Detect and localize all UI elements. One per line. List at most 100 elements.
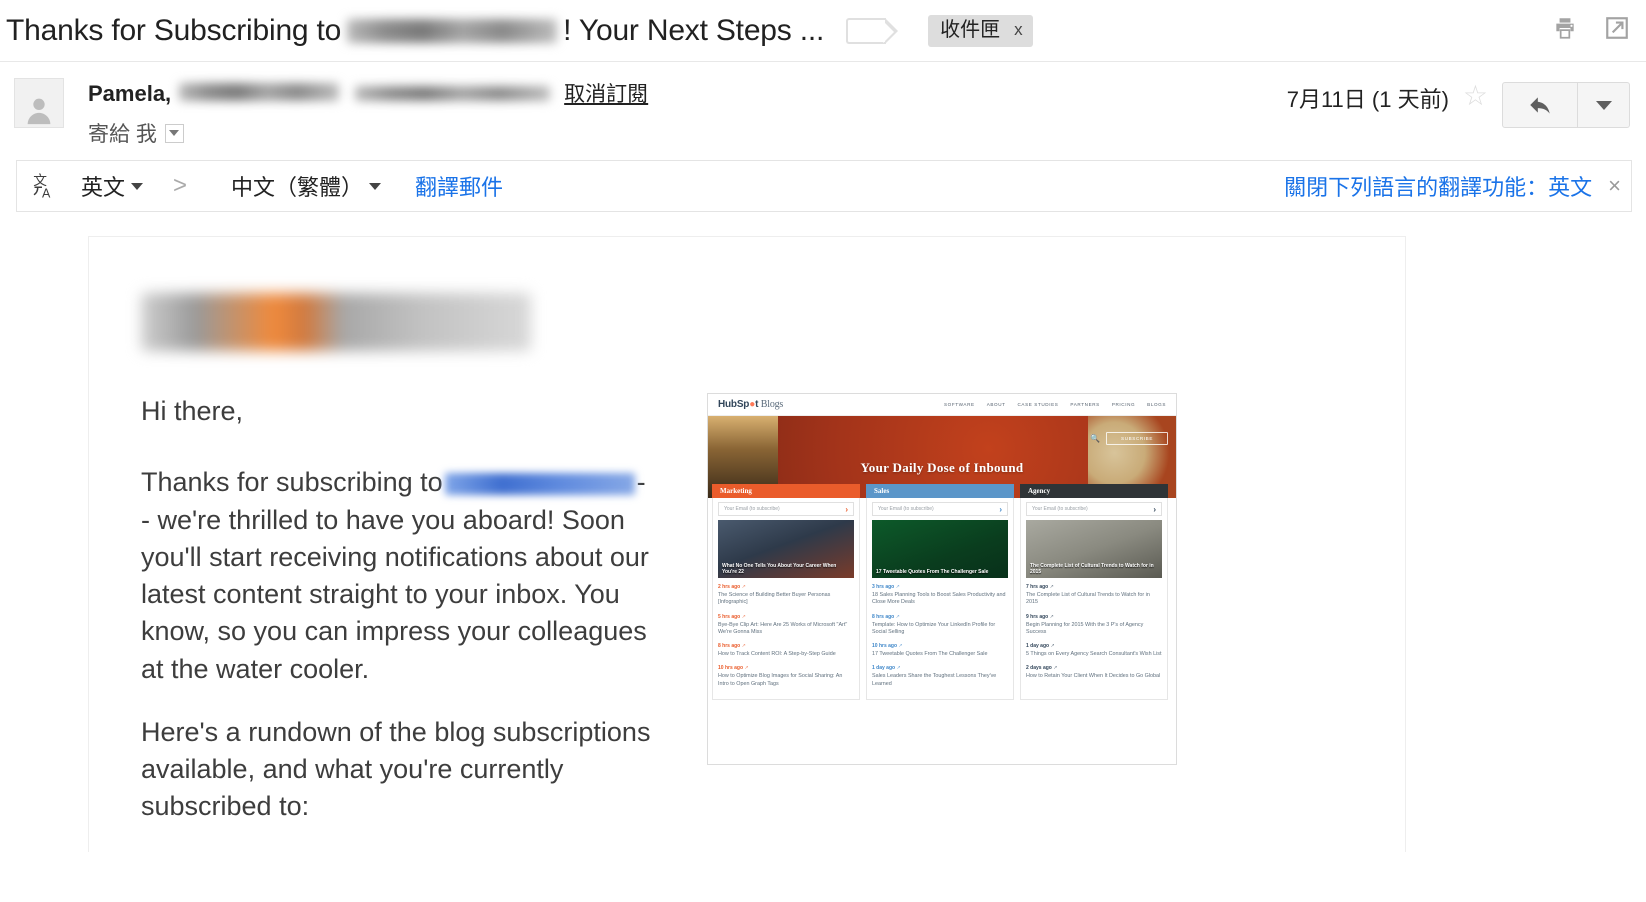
print-icon[interactable] [1552, 15, 1578, 46]
redacted-sender-email [355, 86, 551, 101]
nav-item[interactable]: BLOGS [1147, 402, 1166, 407]
article-time: 3 hrs ago ↗ [872, 584, 900, 590]
hero-title: Your Daily Dose of Inbound [860, 460, 1024, 475]
external-link-icon: ↗ [895, 584, 900, 590]
nav-item[interactable]: SOFTWARE [944, 402, 975, 407]
featured-article-title: The Complete List of Cultural Trends to … [1030, 562, 1154, 575]
nav-item[interactable]: CASE STUDIES [1018, 402, 1059, 407]
paragraph-2: Here's a rundown of the blog subscriptio… [141, 716, 651, 822]
list-item[interactable]: 5 hrs ago ↗ Bye-Bye Clip Art: Here Are 2… [718, 614, 854, 637]
article-title: The Complete List of Cultural Trends to … [1026, 592, 1150, 606]
subscribe-button[interactable]: SUBSCRIBE [1106, 432, 1168, 445]
tab-marketing[interactable]: Marketing [712, 484, 860, 498]
tab-agency[interactable]: Agency [1020, 484, 1168, 498]
list-item[interactable]: 8 hrs ago ↗ How to Track Content ROI: A … [718, 643, 854, 658]
list-item[interactable]: 2 days ago ↗ How to Retain Your Client W… [1026, 665, 1162, 680]
avatar[interactable] [14, 78, 64, 128]
article-title: 18 Sales Planning Tools to Boost Sales P… [872, 592, 1006, 606]
unsubscribe-link[interactable]: 取消訂閱 [564, 78, 648, 108]
tab-sales[interactable]: Sales [866, 484, 1014, 498]
label-tag-icon [846, 17, 899, 44]
article-title: Sales Leaders Share the Toughest Lessons… [872, 673, 997, 687]
article-title: 17 Tweetable Quotes From The Challenger … [872, 651, 988, 658]
list-item[interactable]: 10 hrs ago ↗ 17 Tweetable Quotes From Th… [872, 643, 1008, 658]
external-link-icon: ↗ [1049, 613, 1054, 620]
paragraph-1-after: - - we're thrilled to have you aboard! S… [141, 467, 649, 684]
article-time: 8 hrs ago ↗ [872, 613, 900, 620]
external-link-icon: ↗ [895, 613, 900, 620]
subscribe-email-input[interactable]: Your Email (to subscribe) › [718, 502, 854, 516]
nav-item[interactable]: PRICING [1112, 402, 1135, 407]
target-language-dropdown[interactable]: 中文（繁體） [231, 170, 382, 202]
list-item[interactable]: 7 hrs ago ↗ The Complete List of Cultura… [1026, 584, 1162, 607]
article-time: 10 hrs ago ↗ [872, 643, 903, 650]
more-options-button[interactable] [1577, 83, 1629, 127]
email-text-column: Hi there, Thanks for subscribing to - - w… [141, 393, 651, 852]
source-language-dropdown[interactable]: 英文 [81, 170, 144, 202]
nav-item[interactable]: ABOUT [987, 402, 1006, 407]
body-columns: Hi there, Thanks for subscribing to - - w… [89, 393, 1405, 852]
search-icon[interactable]: 🔍 [1090, 434, 1100, 443]
site-columns: Your Email (to subscribe) › What No One … [708, 498, 1176, 701]
subscribe-email-input[interactable]: Your Email (to subscribe) › [1026, 502, 1162, 516]
site-category-tabs: Marketing Sales Agency [708, 484, 1176, 498]
submit-arrow-icon[interactable]: › [845, 505, 848, 514]
target-language-label: 中文（繁體） [231, 175, 364, 200]
message-date: 7月11日 (1 天前) [1286, 87, 1449, 112]
site-nav: SOFTWARE ABOUT CASE STUDIES PARTNERS PRI… [944, 402, 1166, 407]
submit-arrow-icon[interactable]: › [999, 505, 1002, 514]
list-item[interactable]: 8 hrs ago ↗ Template: How to Optimize Yo… [872, 614, 1008, 637]
star-outline-icon[interactable]: ☆ [1463, 82, 1488, 110]
label-chip-remove-icon[interactable]: x [1014, 21, 1023, 38]
submit-arrow-icon[interactable]: › [1153, 505, 1156, 514]
reply-button[interactable] [1503, 83, 1577, 127]
featured-article-image[interactable]: The Complete List of Cultural Trends to … [1026, 520, 1162, 578]
article-title: The Science of Building Better Buyer Per… [718, 592, 831, 606]
list-item[interactable]: 2 hrs ago ↗ The Science of Building Bett… [718, 584, 854, 607]
email-body-wrapper: Hi there, Thanks for subscribing to - - w… [0, 212, 1646, 852]
article-title: How to Track Content ROI: A Step-by-Step… [718, 651, 836, 658]
article-time: 5 hrs ago ↗ [718, 613, 746, 620]
external-link-icon: ↗ [741, 613, 746, 620]
subject-suffix: ! Your Next Steps ... [563, 13, 825, 47]
source-language-label: 英文 [81, 175, 126, 200]
svg-text:A: A [42, 186, 51, 200]
list-item[interactable]: 1 day ago ↗ Sales Leaders Share the Toug… [872, 665, 1008, 688]
article-time: 1 day ago ↗ [1026, 643, 1055, 650]
close-icon[interactable]: × [1608, 173, 1621, 199]
open-in-new-window-icon[interactable] [1604, 15, 1630, 46]
redacted-brand-logo [141, 293, 531, 351]
embedded-site-screenshot[interactable]: HubSp●t Blogs SOFTWARE ABOUT CASE STUDIE… [707, 393, 1177, 765]
external-link-icon: ↗ [741, 584, 746, 590]
list-item[interactable]: 10 hrs ago ↗ How to Optimize Blog Images… [718, 665, 854, 688]
list-item[interactable]: 1 day ago ↗ 5 Things on Every Agency Sea… [1026, 643, 1162, 658]
recipient-line: 寄給 我 [88, 118, 1287, 148]
article-time: 2 days ago ↗ [1026, 665, 1058, 672]
subscribe-email-placeholder: Your Email (to subscribe) [1032, 506, 1088, 512]
featured-article-title: What No One Tells You About Your Career … [722, 562, 837, 575]
column-marketing: Your Email (to subscribe) › What No One … [712, 498, 860, 701]
translate-message-link[interactable]: 翻譯郵件 [415, 170, 503, 202]
list-item[interactable]: 9 hrs ago ↗ Begin Planning for 2015 With… [1026, 614, 1162, 637]
nav-item[interactable]: PARTNERS [1070, 402, 1099, 407]
article-title: Template: How to Optimize Your LinkedIn … [872, 621, 996, 635]
external-link-icon: ↗ [741, 643, 746, 650]
article-title: 5 Things on Every Agency Search Consulta… [1026, 651, 1162, 658]
redacted-blog-link[interactable] [444, 473, 635, 496]
details-chevron-down-icon[interactable] [164, 123, 184, 143]
article-list: 7 hrs ago ↗ The Complete List of Cultura… [1021, 578, 1167, 692]
site-topbar: HubSp●t Blogs SOFTWARE ABOUT CASE STUDIE… [708, 394, 1176, 416]
featured-article-image[interactable]: What No One Tells You About Your Career … [718, 520, 854, 578]
external-link-icon: ↗ [1050, 643, 1055, 650]
subject-prefix: Thanks for Subscribing to [6, 13, 342, 47]
label-chip-inbox[interactable]: 收件匣 x [928, 14, 1033, 47]
subject-bar: Thanks for Subscribing to ! Your Next Ste… [0, 0, 1646, 62]
site-logo: HubSp●t Blogs [718, 399, 784, 410]
list-item[interactable]: 3 hrs ago ↗ 18 Sales Planning Tools to B… [872, 584, 1008, 607]
turn-off-translation-link[interactable]: 關閉下列語言的翻譯功能：英文 [1284, 170, 1592, 202]
featured-article-image[interactable]: 17 Tweetable Quotes From The Challenger … [872, 520, 1008, 578]
greeting: Hi there, [141, 396, 244, 426]
email-card: Hi there, Thanks for subscribing to - - w… [88, 236, 1406, 852]
featured-article-title: 17 Tweetable Quotes From The Challenger … [876, 568, 989, 575]
subscribe-email-input[interactable]: Your Email (to subscribe) › [872, 502, 1008, 516]
